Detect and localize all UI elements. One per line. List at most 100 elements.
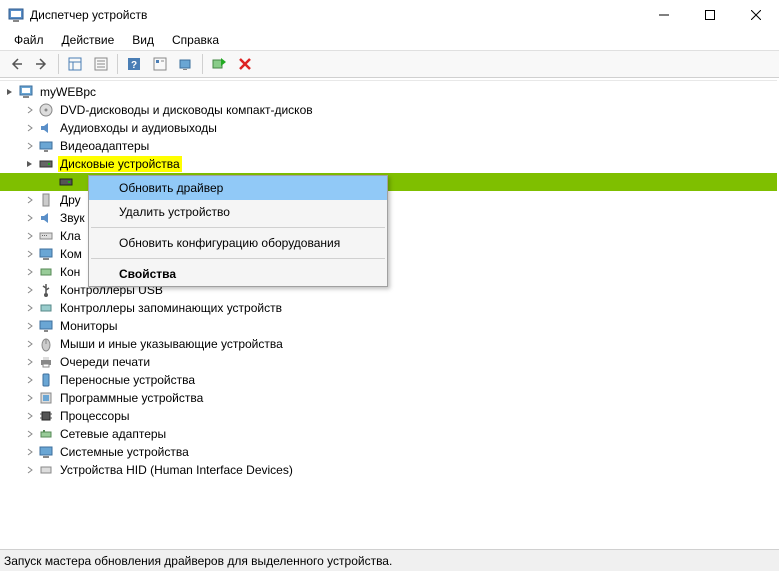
menubar: Файл Действие Вид Справка (0, 30, 779, 50)
computer-icon (38, 246, 54, 262)
properties-toolbar-button[interactable] (89, 52, 113, 76)
app-icon (8, 7, 24, 23)
tree-item[interactable]: Мыши и иные указывающие устройства (0, 335, 777, 353)
tree-root[interactable]: myWEBpc (0, 83, 777, 101)
expand-icon[interactable] (24, 302, 36, 314)
collapse-icon[interactable] (24, 158, 36, 170)
expand-icon[interactable] (24, 320, 36, 332)
tree-item[interactable]: DVD-дисководы и дисководы компакт-дисков (0, 101, 777, 119)
context-menu: Обновить драйвер Удалить устройство Обно… (88, 175, 388, 287)
expand-icon[interactable] (24, 140, 36, 152)
ctx-properties[interactable]: Свойства (89, 262, 387, 286)
tree-label: Кон (58, 264, 82, 280)
tree-label: Мыши и иные указывающие устройства (58, 336, 285, 352)
ctx-uninstall[interactable]: Удалить устройство (89, 200, 387, 224)
window-title: Диспетчер устройств (30, 8, 641, 22)
forward-button[interactable] (30, 52, 54, 76)
storage-controller-icon (38, 300, 54, 316)
ctx-label: Удалить устройство (119, 205, 230, 219)
scan-hardware-button[interactable] (174, 52, 198, 76)
tree-item[interactable]: Аудиовходы и аудиовыходы (0, 119, 777, 137)
ctx-label: Свойства (119, 267, 176, 281)
expand-icon[interactable] (24, 392, 36, 404)
tree-label: Переносные устройства (58, 372, 197, 388)
tree-label: Дру (58, 192, 83, 208)
tree-item[interactable]: Переносные устройства (0, 371, 777, 389)
hid-icon (38, 462, 54, 478)
menu-help[interactable]: Справка (164, 31, 227, 49)
expand-icon[interactable] (24, 338, 36, 350)
toolbar-separator (58, 54, 59, 74)
collapse-icon[interactable] (4, 86, 16, 98)
expand-icon[interactable] (24, 212, 36, 224)
sound-icon (38, 210, 54, 226)
window-controls (641, 0, 779, 29)
ctx-update-driver[interactable]: Обновить драйвер (89, 176, 387, 200)
minimize-button[interactable] (641, 0, 687, 29)
cpu-icon (38, 408, 54, 424)
tree-item[interactable]: Очереди печати (0, 353, 777, 371)
show-hide-button[interactable] (63, 52, 87, 76)
tree-label: Аудиовходы и аудиовыходы (58, 120, 219, 136)
back-button[interactable] (4, 52, 28, 76)
tree-label: Дисковые устройства (58, 156, 182, 172)
tree-label: Устройства HID (Human Interface Devices) (58, 462, 295, 478)
ctx-label: Обновить драйвер (119, 181, 223, 195)
expand-icon[interactable] (24, 248, 36, 260)
tree-label: Видеоадаптеры (58, 138, 151, 154)
expand-icon[interactable] (24, 104, 36, 116)
tree-item[interactable]: Процессоры (0, 407, 777, 425)
display-adapter-icon (38, 138, 54, 154)
mouse-icon (38, 336, 54, 352)
software-icon (38, 390, 54, 406)
printer-icon (38, 354, 54, 370)
controller-icon (38, 264, 54, 280)
help-toolbar-button[interactable]: ? (122, 52, 146, 76)
tree-item-disk-drives[interactable]: Дисковые устройства (0, 155, 777, 173)
device-tree[interactable]: myWEBpc DVD-дисководы и дисководы компак… (0, 80, 777, 549)
tree-label: Контроллеры запоминающих устройств (58, 300, 284, 316)
dvd-icon (38, 102, 54, 118)
expand-icon[interactable] (24, 230, 36, 242)
expand-icon[interactable] (24, 428, 36, 440)
tree-item[interactable]: Контроллеры запоминающих устройств (0, 299, 777, 317)
system-icon (38, 444, 54, 460)
expand-icon[interactable] (24, 374, 36, 386)
toolbar-separator (117, 54, 118, 74)
uninstall-toolbar-button[interactable] (233, 52, 257, 76)
menu-view[interactable]: Вид (124, 31, 162, 49)
tree-item[interactable]: Мониторы (0, 317, 777, 335)
enable-button[interactable] (207, 52, 231, 76)
tree-item[interactable]: Устройства HID (Human Interface Devices) (0, 461, 777, 479)
menu-action[interactable]: Действие (54, 31, 123, 49)
expand-icon[interactable] (24, 464, 36, 476)
tree-item[interactable]: Программные устройства (0, 389, 777, 407)
tree-label: Сетевые адаптеры (58, 426, 168, 442)
tree-label: DVD-дисководы и дисководы компакт-дисков (58, 102, 315, 118)
menu-file[interactable]: Файл (6, 31, 52, 49)
toolbar-separator (202, 54, 203, 74)
tree-label: Процессоры (58, 408, 132, 424)
tree-label: myWEBpc (38, 84, 98, 100)
tree-item[interactable]: Сетевые адаптеры (0, 425, 777, 443)
tree-item[interactable]: Видеоадаптеры (0, 137, 777, 155)
portable-icon (38, 372, 54, 388)
expand-icon[interactable] (24, 122, 36, 134)
computer-icon (18, 84, 34, 100)
ctx-scan-hardware[interactable]: Обновить конфигурацию оборудования (89, 231, 387, 255)
ctx-label: Обновить конфигурацию оборудования (119, 236, 340, 250)
ctx-separator (91, 258, 385, 259)
statusbar: Запуск мастера обновления драйверов для … (0, 549, 779, 571)
expand-icon[interactable] (24, 446, 36, 458)
expand-icon[interactable] (24, 356, 36, 368)
tree-label: Звук (58, 210, 87, 226)
expand-icon[interactable] (24, 284, 36, 296)
expand-icon[interactable] (24, 194, 36, 206)
details-button[interactable] (148, 52, 172, 76)
tree-label: Очереди печати (58, 354, 152, 370)
expand-icon[interactable] (24, 266, 36, 278)
maximize-button[interactable] (687, 0, 733, 29)
tree-item[interactable]: Системные устройства (0, 443, 777, 461)
expand-icon[interactable] (24, 410, 36, 422)
close-button[interactable] (733, 0, 779, 29)
